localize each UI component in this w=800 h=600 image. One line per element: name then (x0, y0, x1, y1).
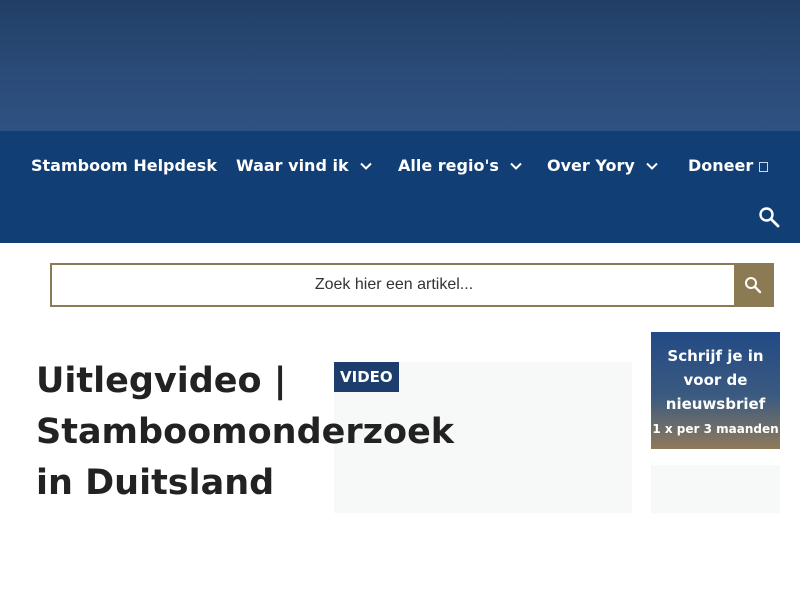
search-input[interactable] (52, 265, 736, 305)
nav-item-label: Alle regio's (398, 156, 499, 175)
newsletter-signup[interactable]: Schrijf je in voor de nieuwsbrief 1 x pe… (651, 332, 780, 449)
article-search-form (50, 263, 774, 307)
chevron-down-icon (645, 159, 659, 173)
nav-item-label: Over Yory (547, 156, 635, 175)
nav-item-label: Stamboom Helpdesk (31, 156, 217, 175)
top-banner (0, 0, 800, 131)
newsletter-frequency: 1 x per 3 maanden (652, 422, 779, 436)
nav-item-doneer[interactable]: Doneer (688, 154, 769, 178)
search-button[interactable] (734, 265, 772, 305)
main-navigation (0, 131, 800, 243)
nav-item-waar-vind-ik[interactable]: Waar vind ik (236, 154, 373, 178)
nav-item-over-yory[interactable]: Over Yory (547, 154, 659, 178)
nav-item-stamboom-helpdesk[interactable]: Stamboom Helpdesk (31, 154, 217, 178)
nav-item-label: Doneer (688, 156, 754, 175)
search-icon[interactable] (758, 206, 780, 228)
sidebar-widget (651, 465, 780, 513)
chevron-down-icon (509, 159, 523, 173)
chevron-down-icon (359, 159, 373, 173)
nav-item-alle-regios[interactable]: Alle regio's (398, 154, 523, 178)
nav-item-label: Waar vind ik (236, 156, 349, 175)
page-title: Uitlegvideo | Stamboomonderzoek in Duits… (36, 361, 455, 503)
external-link-icon (759, 162, 769, 172)
newsletter-title: Schrijf je in voor de nieuwsbrief (665, 347, 766, 413)
search-icon (745, 277, 762, 294)
